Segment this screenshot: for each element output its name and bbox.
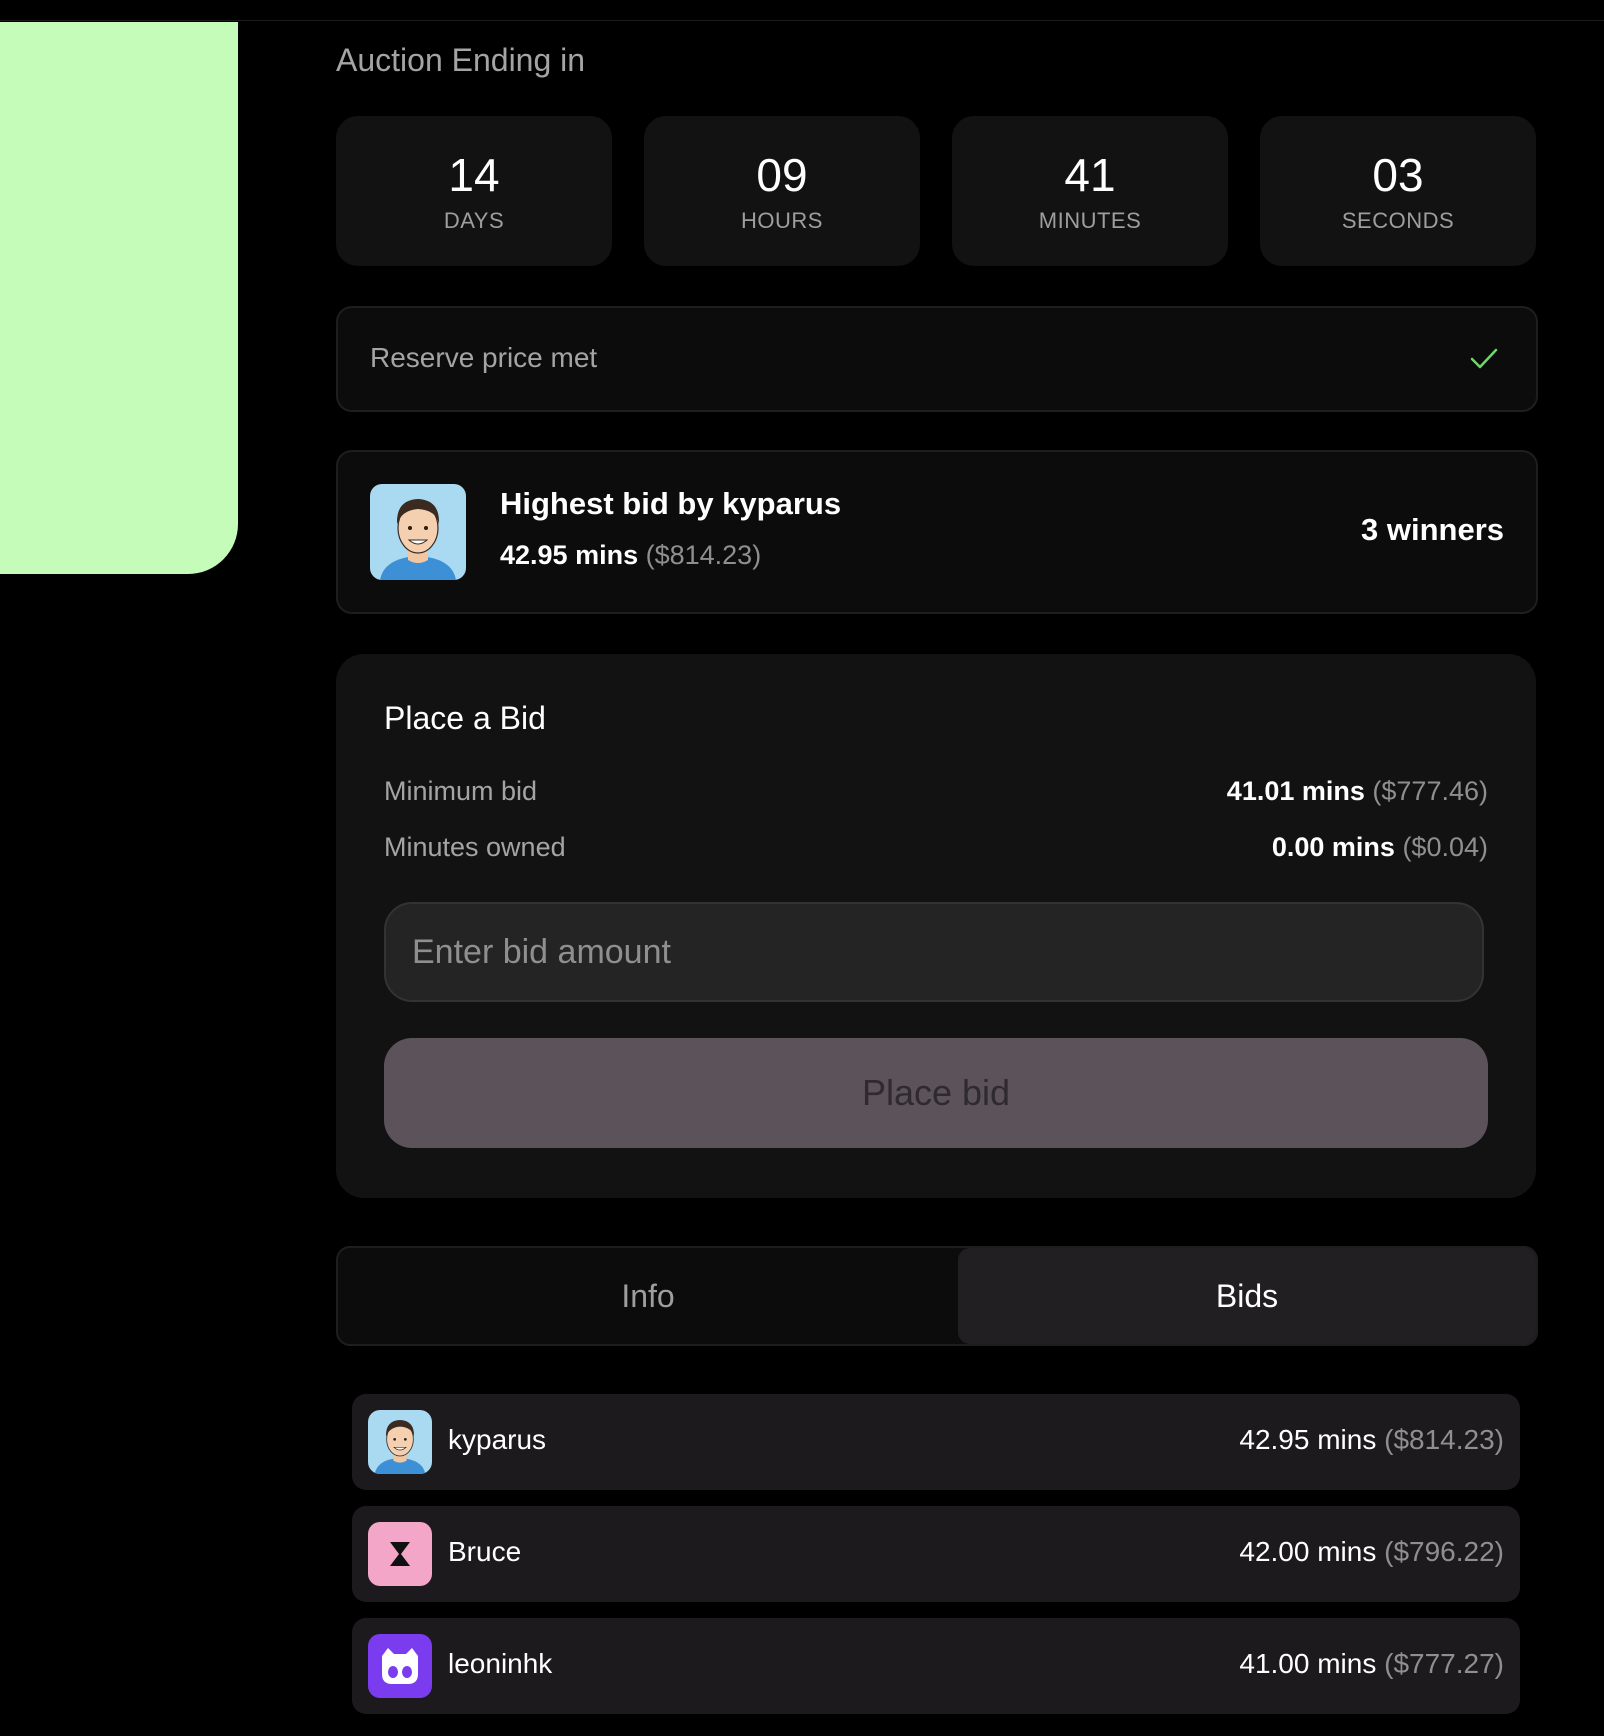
bid-amount-input[interactable] <box>384 902 1484 1002</box>
place-bid-title: Place a Bid <box>384 700 546 736</box>
man-portrait-avatar <box>370 484 466 580</box>
bidder-name: leoninhk <box>448 1648 553 1679</box>
countdown-days: 14 DAYS <box>336 116 612 266</box>
reserve-status: Reserve price met <box>336 306 1538 412</box>
check-icon <box>1470 348 1498 369</box>
minutes-owned-value: 0.00 mins ($0.04) <box>1272 832 1488 863</box>
place-bid-card: Place a Bid Minimum bid 41.01 mins ($777… <box>336 654 1536 1198</box>
countdown-days-label: DAYS <box>443 208 505 233</box>
bid-row[interactable]: Bruce 42.00 mins ($796.22) <box>352 1506 1520 1602</box>
bid-amount: 42.00 mins ($796.22) <box>1239 1536 1504 1568</box>
winners-count: 3 winners <box>1361 512 1504 547</box>
countdown-minutes-value: 41 <box>1064 149 1116 201</box>
countdown-seconds-value: 03 <box>1372 149 1424 201</box>
top-divider <box>0 20 1604 21</box>
countdown-hours: 09 HOURS <box>644 116 920 266</box>
bid-mins: 42.00 mins <box>1239 1536 1377 1567</box>
bidder-name: kyparus <box>448 1424 547 1455</box>
minutes-owned-usd: ($0.04) <box>1402 832 1488 862</box>
bid-mins: 42.95 mins <box>1239 1424 1377 1455</box>
hourglass-avatar <box>368 1522 432 1586</box>
countdown-minutes-label: MINUTES <box>1038 208 1142 233</box>
bid-amount: 42.95 mins ($814.23) <box>1239 1424 1504 1456</box>
highest-bid-mins: 42.95 mins <box>500 540 639 570</box>
tab-info[interactable]: Info <box>338 1248 958 1344</box>
minimum-bid-mins: 41.01 mins <box>1226 776 1365 806</box>
bid-row[interactable]: leoninhk 41.00 mins ($777.27) <box>352 1618 1520 1714</box>
countdown-hours-value: 09 <box>756 149 808 201</box>
countdown-seconds-label: SECONDS <box>1341 208 1455 233</box>
reserve-status-text: Reserve price met <box>370 342 598 373</box>
minimum-bid-value: 41.01 mins ($777.46) <box>1227 776 1488 807</box>
minutes-owned-mins: 0.00 mins <box>1271 832 1395 862</box>
bid-usd: ($777.27) <box>1384 1648 1504 1679</box>
bid-row[interactable]: kyparus 42.95 mins ($814.23) <box>352 1394 1520 1490</box>
bid-mins: 41.00 mins <box>1239 1648 1377 1679</box>
countdown-days-value: 14 <box>448 149 500 201</box>
artwork-preview <box>0 22 238 574</box>
highest-bid-usd: ($814.23) <box>645 540 762 570</box>
auction-title: Auction Ending in <box>336 42 586 78</box>
place-bid-button[interactable]: Place bid <box>384 1038 1488 1148</box>
minimum-bid-label: Minimum bid <box>384 776 538 806</box>
countdown-hours-label: HOURS <box>741 208 823 233</box>
bidder-name: Bruce <box>448 1536 522 1567</box>
tab-bids[interactable]: Bids <box>958 1248 1536 1344</box>
highest-bid-card: Highest bid by kyparus 42.95 mins ($814.… <box>336 450 1538 614</box>
tab-bar: Info Bids <box>336 1246 1538 1346</box>
man-portrait-avatar <box>368 1410 432 1474</box>
highest-bid-amount: 42.95 mins ($814.23) <box>500 540 761 571</box>
cat-face-avatar <box>368 1634 432 1698</box>
bid-usd: ($814.23) <box>1384 1424 1504 1455</box>
countdown: 14 DAYS 09 HOURS 41 MINUTES 03 SECONDS <box>336 116 1536 266</box>
minimum-bid-usd: ($777.46) <box>1372 776 1488 806</box>
countdown-minutes: 41 MINUTES <box>952 116 1228 266</box>
minutes-owned-label: Minutes owned <box>384 832 566 862</box>
highest-bid-title: Highest bid by kyparus <box>500 486 842 521</box>
countdown-seconds: 03 SECONDS <box>1260 116 1536 266</box>
bid-amount: 41.00 mins ($777.27) <box>1239 1648 1504 1680</box>
bid-usd: ($796.22) <box>1384 1536 1504 1567</box>
